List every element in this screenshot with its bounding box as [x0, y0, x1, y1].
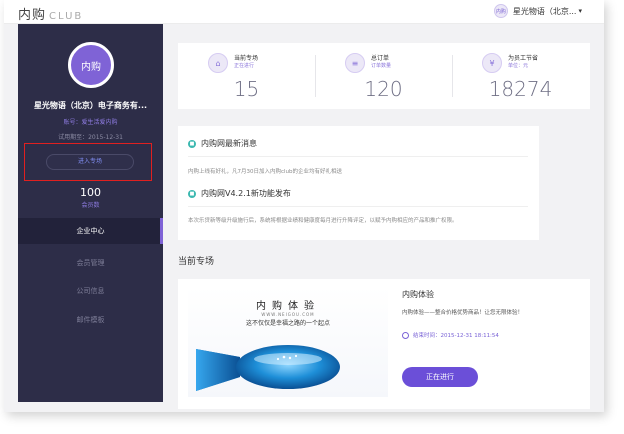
news-title-text: 内购网V4.2.1新功能发布 [201, 189, 291, 198]
sidebar-item-enterprise-center[interactable]: 企业中心 [18, 218, 163, 244]
account-name: 账号：爱生活爱内购 [63, 119, 118, 126]
user-name: 星光物语（北京... [512, 6, 577, 16]
divider [188, 206, 528, 207]
divider [188, 156, 528, 157]
company-avatar: 内购 [68, 42, 114, 88]
stat-title: 为员工节省 [508, 55, 539, 62]
app-window: 内购 CLUB 内购 星光物语（北京... ▾ 内购 星光物语（北京）电子商务有.… [4, 0, 604, 412]
logo-text: 内购 [18, 8, 47, 23]
stat-value: 120 [364, 77, 403, 101]
sale-title: 内购体验 [402, 290, 434, 299]
sale-banner[interactable]: 内购体验 WWW.NEIGOU.COM 这不仅仅是幸福之路的一个起点 [188, 287, 388, 397]
news-item-text: 内购上线有好礼，凡7月30日加入内购club的企业均有好礼相送 [188, 169, 343, 175]
sale-end-time: 结束时间：2015-12-31 18:11:54 [402, 331, 499, 339]
stat-subtitle: 单位：元 [508, 63, 529, 69]
candy-image [196, 345, 340, 391]
sale-end-time-text: 结束时间：2015-12-31 18:11:54 [413, 333, 499, 339]
member-count-label: 会员数 [81, 202, 100, 209]
user-menu[interactable]: 内购 星光物语（北京... ▾ [493, 4, 582, 18]
news-item-title[interactable]: ■ 内购网V4.2.1新功能发布 [188, 188, 291, 199]
in-progress-button[interactable]: 正在进行 [402, 367, 478, 387]
stat-value: 18274 [488, 77, 553, 101]
sidebar: 内购 星光物语（北京）电子商务有... 账号：爱生活爱内购 试用期至：2015-… [18, 24, 163, 402]
sale-description: 内购体验——整合价格优势商品！让您无限体验！ [402, 310, 524, 316]
stat-subtitle: 正在进行 [234, 63, 255, 69]
member-count: 100 [80, 186, 101, 199]
clock-icon [402, 331, 409, 339]
caret-down-icon: ▾ [578, 7, 582, 15]
active-indicator [160, 218, 163, 244]
sale-card: 内购体验 WWW.NEIGOU.COM 这不仅仅是幸福之路的一个起点 内购体验 … [178, 279, 590, 409]
section-title: 当前专场 [178, 257, 215, 267]
news-card: ■ 内购网最新消息 内购上线有好礼，凡7月30日加入内购club的企业均有好礼相… [178, 126, 539, 240]
company-name: 星光物语（北京）电子商务有... [33, 101, 148, 110]
news-icon: ■ [188, 189, 196, 198]
tag-icon: ⌂ [208, 53, 228, 73]
order-icon: ≡ [345, 53, 365, 73]
stat-total-orders[interactable]: ≡ 总订单 订单数量 120 [315, 43, 452, 109]
stats-card: ⌂ 当前专场 正在进行 15 ≡ 总订单 订单数量 120 ¥ 为员工节省 单位… [178, 43, 590, 109]
top-bar: 内购 CLUB 内购 星光物语（北京... ▾ [4, 0, 604, 24]
avatar: 内购 [493, 4, 508, 18]
sidebar-item-company-info[interactable]: 公司信息 [18, 278, 163, 304]
sidebar-item-member-management[interactable]: 会员管理 [18, 250, 163, 276]
news-title-text: 内购网最新消息 [201, 139, 257, 148]
logo[interactable]: 内购 CLUB [18, 4, 83, 23]
highlight-box [24, 143, 152, 181]
stat-subtitle: 订单数量 [371, 63, 392, 69]
sidebar-item-label: 公司信息 [76, 287, 105, 295]
logo-suffix: CLUB [49, 11, 84, 22]
sidebar-item-label: 邮件模板 [76, 316, 105, 324]
news-icon: ■ [188, 139, 196, 148]
trial-expiry: 试用期至：2015-12-31 [58, 134, 123, 141]
sidebar-item-label: 企业中心 [76, 227, 105, 235]
stat-title: 当前专场 [234, 55, 259, 62]
stat-title: 总订单 [371, 55, 390, 62]
sidebar-item-email-templates[interactable]: 邮件模板 [18, 307, 163, 333]
savings-icon: ¥ [482, 53, 502, 73]
stat-current-sales[interactable]: ⌂ 当前专场 正在进行 15 [178, 43, 315, 109]
stat-value: 15 [233, 77, 260, 101]
sidebar-item-label: 会员管理 [76, 259, 105, 267]
news-item-text: 本次乐贷新等级升级施行后，系统将根据业绩和健康度每月进行升降评定，以赋予内购相应… [188, 218, 458, 224]
stat-employee-savings[interactable]: ¥ 为员工节省 单位：元 18274 [452, 43, 589, 109]
news-item-title[interactable]: ■ 内购网最新消息 [188, 138, 257, 149]
